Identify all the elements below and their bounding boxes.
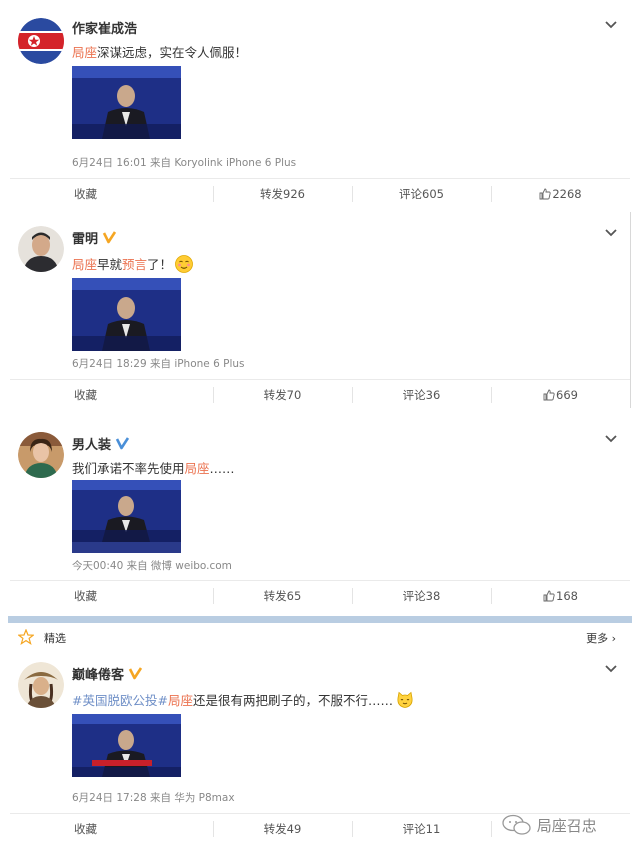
post-meta: 6月24日 18:29 来自 iPhone 6 Plus — [72, 358, 245, 370]
post-text: 局座早就预言了！ — [72, 254, 193, 273]
comment-button[interactable]: 评论11 — [352, 813, 491, 845]
thumbs-up-icon — [539, 188, 551, 200]
featured-section-header: 精选 更多 › — [0, 624, 640, 650]
weibo-post: 作家崔成浩 局座深谋远虑，实在令人佩服！ 6月24日 16:01 来自 Kory… — [0, 0, 640, 212]
verified-badge-icon — [115, 437, 130, 450]
username[interactable]: 巅峰倦客 — [72, 664, 143, 683]
post-meta: 6月24日 17:28 来自 华为 P8max — [72, 792, 235, 804]
divider — [630, 212, 631, 408]
like-button[interactable]: 669 — [491, 379, 630, 411]
post-meta: 今天00:40 来自 微博 weibo.com — [72, 560, 232, 572]
thumbs-up-icon — [543, 389, 555, 401]
smirk-emoji-icon — [175, 255, 193, 273]
video-thumbnail[interactable] — [72, 714, 181, 777]
username[interactable]: 男人装 — [72, 434, 130, 453]
comment-button[interactable]: 评论605 — [352, 178, 491, 210]
post-text: #英国脱欧公投#局座还是很有两把刷子的，不服不行…… — [72, 690, 414, 709]
video-thumbnail[interactable] — [72, 66, 181, 139]
repost-button[interactable]: 转发70 — [213, 379, 352, 411]
repost-button[interactable]: 转发49 — [213, 813, 352, 845]
person-avatar-icon — [18, 432, 64, 478]
watermark: 局座召忠 — [502, 814, 597, 836]
weibo-post: 雷明 局座早就预言了！ 6月24日 18:29 来自 iPhone 6 Plus… — [0, 212, 640, 412]
wechat-icon — [502, 814, 531, 835]
video-still — [72, 278, 181, 351]
video-thumbnail[interactable] — [72, 480, 181, 553]
keyword-link[interactable]: 局座 — [72, 257, 97, 272]
section-label: 精选 — [44, 632, 66, 645]
verified-badge-icon — [128, 667, 143, 680]
like-button[interactable]: 168 — [491, 580, 630, 612]
video-still — [72, 66, 181, 139]
verified-badge-icon — [102, 231, 117, 244]
chevron-down-icon[interactable] — [604, 20, 618, 30]
favorite-button[interactable]: 收藏 — [8, 580, 213, 612]
nk-flag-icon — [18, 18, 64, 64]
avatar[interactable] — [18, 432, 64, 478]
avatar[interactable] — [18, 226, 64, 272]
action-bar: 收藏 转发70 评论36 669 — [8, 379, 630, 411]
repost-button[interactable]: 转发926 — [213, 178, 352, 210]
topic-link[interactable]: #英国脱欧公投# — [72, 693, 168, 708]
star-icon — [18, 629, 34, 645]
avatar[interactable] — [18, 662, 64, 708]
repost-button[interactable]: 转发65 — [213, 580, 352, 612]
person-avatar-icon — [18, 226, 64, 272]
comment-button[interactable]: 评论38 — [352, 580, 491, 612]
section-divider — [8, 616, 632, 623]
more-link[interactable]: 更多 › — [586, 630, 616, 646]
chevron-down-icon[interactable] — [604, 664, 618, 674]
cat-emoji-icon — [397, 691, 413, 708]
keyword-link[interactable]: 局座 — [72, 45, 97, 60]
comment-button[interactable]: 评论36 — [352, 379, 491, 411]
video-thumbnail[interactable] — [72, 278, 181, 351]
chevron-down-icon[interactable] — [604, 434, 618, 444]
action-bar: 收藏 转发65 评论38 168 — [8, 580, 630, 612]
chevron-down-icon[interactable] — [604, 228, 618, 238]
avatar[interactable] — [18, 18, 64, 64]
post-text: 我们承诺不率先使用局座…… — [72, 461, 235, 476]
keyword-link[interactable]: 局座 — [185, 461, 210, 476]
post-meta: 6月24日 16:01 来自 Koryolink iPhone 6 Plus — [72, 157, 297, 169]
username[interactable]: 雷明 — [72, 228, 117, 247]
post-text: 局座深谋远虑，实在令人佩服！ — [72, 45, 248, 60]
thumbs-up-icon — [543, 590, 555, 602]
username[interactable]: 作家崔成浩 — [72, 18, 137, 37]
action-bar: 收藏 转发926 评论605 2268 — [8, 178, 630, 210]
weibo-post: 男人装 我们承诺不率先使用局座…… 今天00:40 来自 微博 weibo.co… — [0, 412, 640, 616]
person-avatar-icon — [18, 662, 64, 708]
favorite-button[interactable]: 收藏 — [8, 813, 213, 845]
favorite-button[interactable]: 收藏 — [8, 178, 213, 210]
video-still — [72, 480, 181, 542]
like-button[interactable]: 2268 — [491, 178, 630, 210]
video-still — [72, 714, 181, 777]
keyword-link[interactable]: 局座 — [168, 693, 193, 708]
favorite-button[interactable]: 收藏 — [8, 379, 213, 411]
